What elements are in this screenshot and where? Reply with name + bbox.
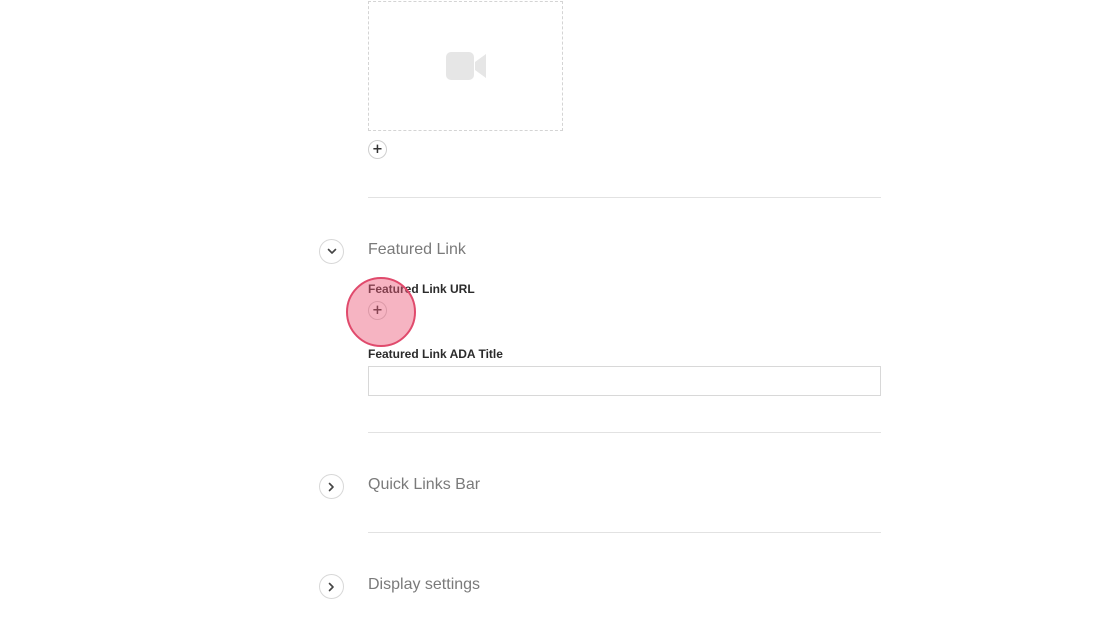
divider: [368, 532, 881, 533]
add-featured-link-url-button[interactable]: +: [368, 301, 387, 320]
video-placeholder: [368, 1, 563, 131]
featured-link-ada-title-input[interactable]: [368, 366, 881, 396]
display-settings-toggle-button[interactable]: [319, 574, 344, 599]
video-camera-icon: [445, 52, 486, 80]
quick-links-bar-title: Quick Links Bar: [368, 476, 481, 493]
plus-icon: +: [372, 303, 383, 318]
featured-link-title: Featured Link: [368, 241, 466, 258]
featured-link-ada-title-label: Featured Link ADA Title: [368, 347, 503, 361]
chevron-right-icon: [328, 582, 334, 591]
featured-link-toggle-button[interactable]: [319, 239, 344, 264]
chevron-right-icon: [328, 482, 334, 491]
divider: [368, 197, 881, 198]
chevron-down-icon: [327, 248, 336, 254]
quick-links-bar-toggle-button[interactable]: [319, 474, 344, 499]
plus-icon: +: [372, 142, 383, 157]
add-video-button[interactable]: +: [368, 140, 387, 159]
display-settings-title: Display settings: [368, 576, 481, 593]
divider: [368, 432, 881, 433]
featured-link-url-label: Featured Link URL: [368, 282, 475, 296]
